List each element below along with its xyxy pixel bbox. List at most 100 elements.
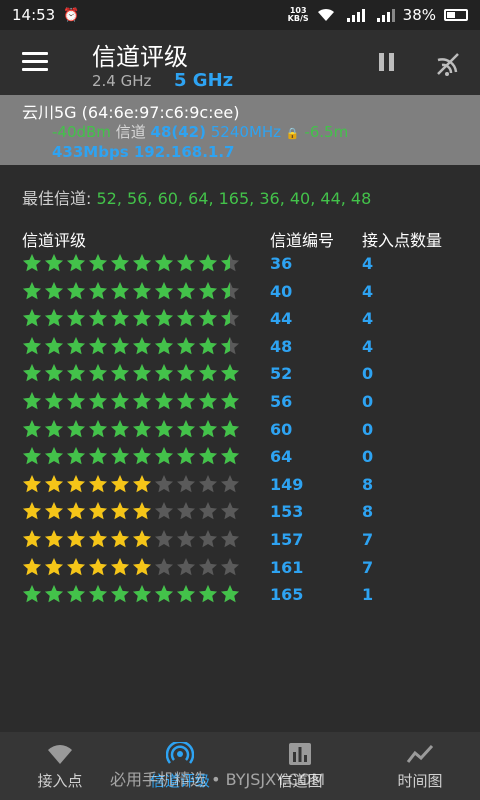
star-icon bbox=[155, 254, 173, 272]
channel-number: 149 bbox=[270, 474, 304, 494]
star-icon bbox=[221, 447, 239, 465]
star-icon bbox=[177, 529, 195, 548]
channel-rating-list: 36 4 40 4 44 4 48 4 52 0 56 0 60 0 64 0 149 8 153 8 157 7 161 7… bbox=[0, 251, 480, 610]
star-icon bbox=[133, 336, 151, 354]
pause-icon[interactable] bbox=[378, 53, 396, 71]
access-point-count: 0 bbox=[362, 364, 374, 384]
star-icon bbox=[45, 502, 63, 520]
band-5ghz-tab[interactable]: 5 GHz bbox=[174, 70, 233, 91]
rating-stars bbox=[23, 502, 239, 520]
star-icon bbox=[67, 502, 85, 520]
star-icon bbox=[177, 557, 195, 575]
table-row[interactable]: 165 1 bbox=[0, 582, 480, 610]
wifi-scan-icon[interactable] bbox=[434, 50, 462, 78]
table-row[interactable]: 64 0 bbox=[0, 444, 480, 472]
menu-icon[interactable] bbox=[22, 52, 48, 72]
table-row[interactable]: 40 4 bbox=[0, 279, 480, 307]
star-icon bbox=[177, 391, 195, 410]
star-icon bbox=[89, 557, 107, 575]
star-icon bbox=[133, 364, 151, 382]
star-icon bbox=[221, 419, 239, 437]
band-24ghz-tab[interactable]: 2.4 GHz bbox=[92, 72, 151, 90]
star-icon bbox=[67, 391, 85, 410]
nav-time-graph[interactable]: 时间图 bbox=[360, 732, 480, 800]
table-row[interactable]: 48 4 bbox=[0, 334, 480, 362]
star-icon bbox=[199, 557, 217, 575]
table-row[interactable]: 36 4 bbox=[0, 251, 480, 279]
star-icon bbox=[89, 585, 107, 603]
col-ap-header: 接入点数量 bbox=[362, 231, 443, 250]
channel-number: 44 bbox=[270, 309, 293, 329]
connected-extra: -6.5m bbox=[304, 123, 349, 141]
rating-stars bbox=[23, 557, 239, 575]
star-icon bbox=[23, 474, 41, 492]
star-icon bbox=[221, 391, 239, 410]
access-point-count: 4 bbox=[362, 309, 374, 329]
star-icon bbox=[89, 281, 107, 299]
connected-rate-ip: 433Mbps 192.168.1.7 bbox=[52, 143, 234, 161]
star-icon bbox=[45, 447, 63, 465]
channel-number: 56 bbox=[270, 391, 293, 411]
star-icon bbox=[23, 254, 41, 272]
star-icon bbox=[221, 281, 239, 299]
star-icon bbox=[67, 281, 85, 299]
star-icon bbox=[133, 557, 151, 575]
table-row[interactable]: 149 8 bbox=[0, 472, 480, 500]
star-icon bbox=[111, 309, 129, 327]
table-row[interactable]: 153 8 bbox=[0, 499, 480, 527]
star-icon bbox=[45, 474, 63, 492]
star-icon bbox=[155, 447, 173, 465]
star-icon bbox=[221, 557, 239, 575]
star-icon bbox=[67, 254, 85, 272]
star-icon bbox=[155, 529, 173, 548]
cellular-4g-icon bbox=[346, 9, 365, 22]
table-row[interactable]: 44 4 bbox=[0, 306, 480, 334]
star-icon bbox=[111, 336, 129, 354]
star-icon bbox=[89, 419, 107, 437]
table-row[interactable]: 157 7 bbox=[0, 527, 480, 555]
star-icon bbox=[89, 391, 107, 410]
star-icon bbox=[111, 502, 129, 520]
status-time: 14:53 bbox=[12, 6, 56, 24]
star-icon bbox=[67, 364, 85, 382]
rating-stars bbox=[23, 391, 239, 410]
access-point-count: 4 bbox=[362, 281, 374, 301]
table-row[interactable]: 56 0 bbox=[0, 389, 480, 417]
nav-access-points[interactable]: 接入点 bbox=[0, 732, 120, 800]
star-icon bbox=[199, 585, 217, 603]
col-channel-header: 信道编号 bbox=[270, 231, 335, 250]
star-icon bbox=[23, 502, 41, 520]
connected-ssid: 云川5G (64:6e:97:c6:9c:ee) bbox=[22, 103, 240, 122]
star-icon bbox=[199, 419, 217, 437]
nav-label: 接入点 bbox=[37, 772, 83, 790]
star-icon bbox=[89, 502, 107, 520]
star-icon bbox=[177, 364, 195, 382]
star-icon bbox=[133, 529, 151, 548]
watermark-text: 必用手机精选 • BYJSJXY.COM bbox=[110, 770, 326, 789]
table-row[interactable]: 60 0 bbox=[0, 417, 480, 445]
rating-stars bbox=[23, 309, 239, 327]
star-icon bbox=[133, 419, 151, 437]
access-point-count: 8 bbox=[362, 502, 374, 522]
star-icon bbox=[177, 585, 195, 603]
channel-number: 36 bbox=[270, 254, 293, 273]
status-bar: 14:53 ⏰ 103 KB/S 38% bbox=[0, 0, 480, 30]
table-row[interactable]: 161 7 bbox=[0, 555, 480, 583]
star-icon bbox=[45, 336, 63, 354]
star-icon bbox=[177, 447, 195, 465]
star-icon bbox=[67, 529, 85, 548]
star-icon bbox=[199, 474, 217, 492]
star-icon bbox=[199, 254, 217, 272]
best-channels-label: 最佳信道: bbox=[22, 189, 92, 208]
star-icon bbox=[199, 391, 217, 410]
star-icon bbox=[67, 557, 85, 575]
star-icon bbox=[89, 447, 107, 465]
star-icon bbox=[199, 336, 217, 354]
star-icon bbox=[45, 529, 63, 548]
star-icon bbox=[177, 474, 195, 492]
access-point-count: 7 bbox=[362, 529, 374, 549]
connected-network-panel[interactable]: 云川5G (64:6e:97:c6:9c:ee) -40dBm 信道 48(42… bbox=[0, 95, 480, 165]
table-row[interactable]: 52 0 bbox=[0, 361, 480, 389]
alarm-icon: ⏰ bbox=[63, 7, 80, 23]
access-point-count: 7 bbox=[362, 557, 374, 577]
